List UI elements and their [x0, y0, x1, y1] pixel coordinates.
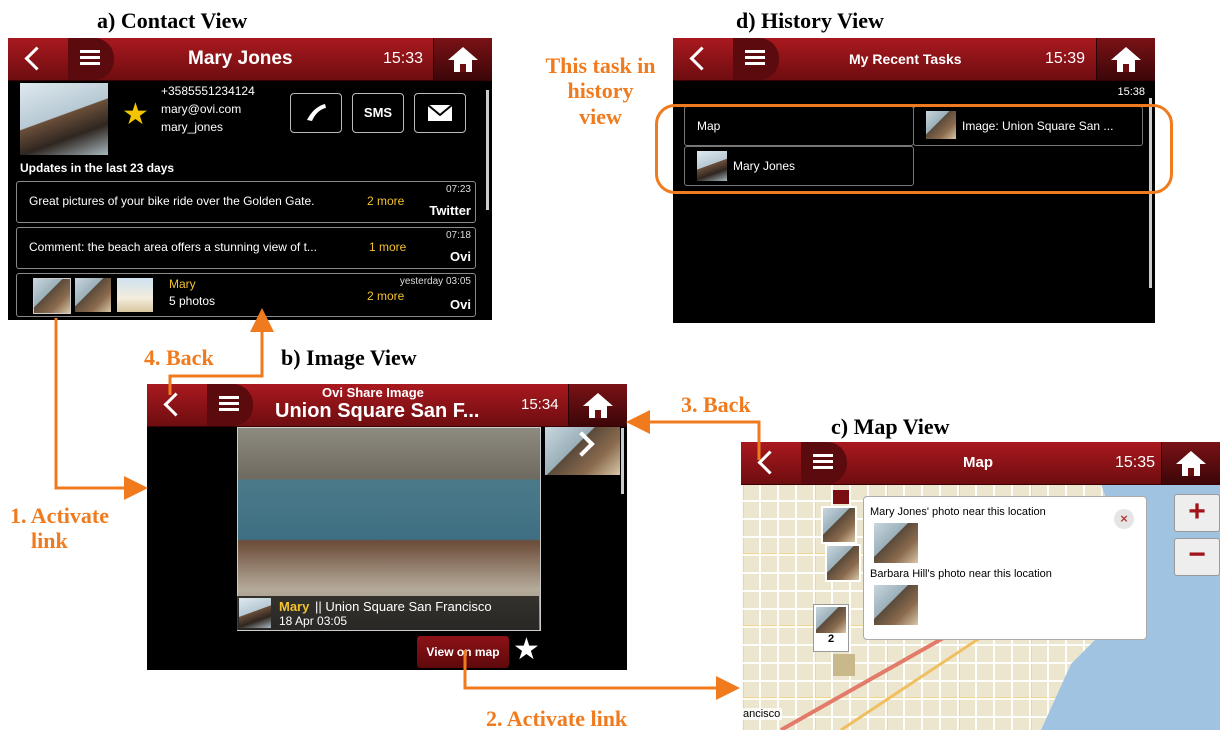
annotation-back-3: 3. Back — [681, 392, 751, 417]
annotation-line: 1. Activate — [10, 503, 109, 528]
arrow-activate-1 — [54, 318, 148, 500]
annotation-back-4: 4. Back — [144, 345, 214, 370]
annotation-line: link — [31, 528, 68, 554]
annotation-activate-2: 2. Activate link — [486, 706, 628, 731]
annotation-activate-1: 1. Activate link — [10, 503, 109, 554]
arrow-activate-2 — [463, 650, 740, 700]
arrow-back-3 — [626, 410, 761, 460]
